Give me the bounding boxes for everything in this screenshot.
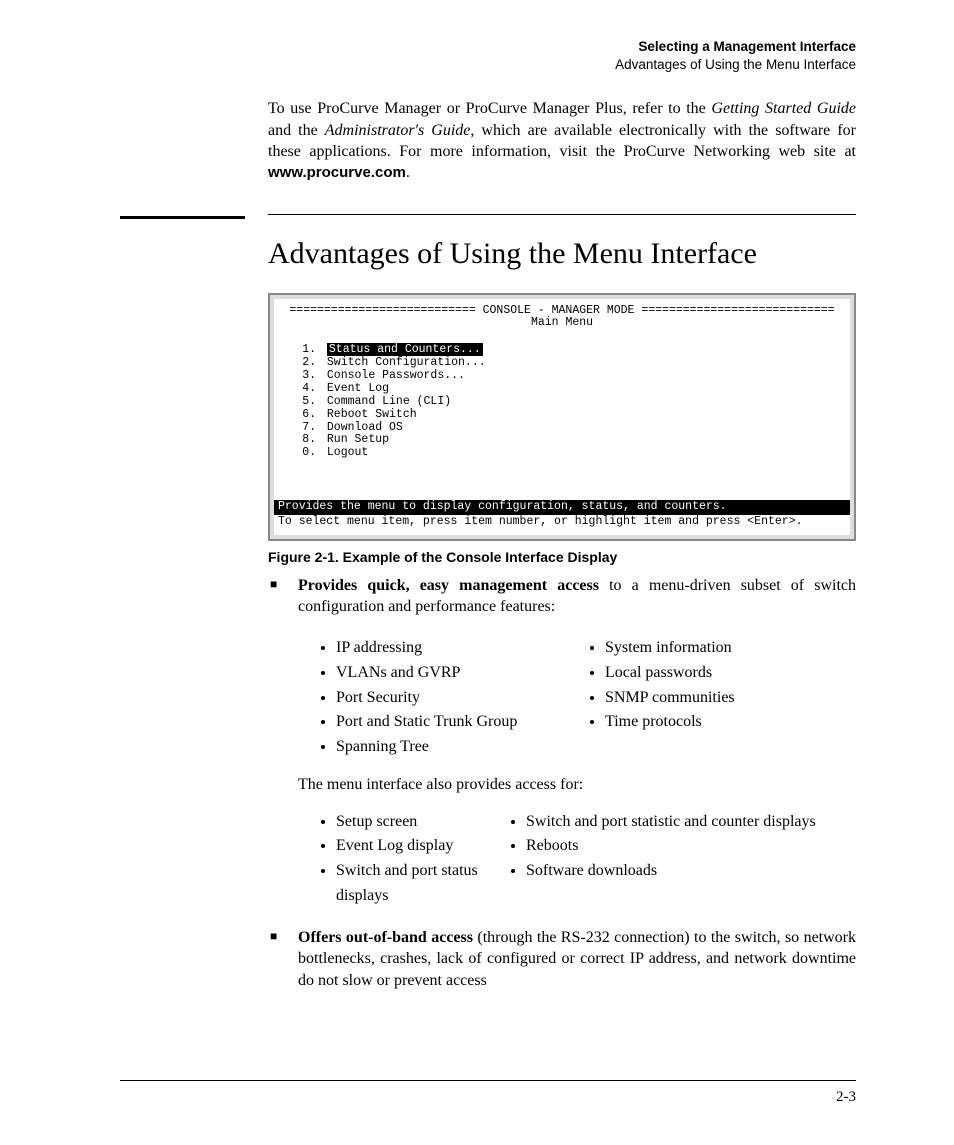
access-item: Reboots [526,834,856,859]
bullet-out-of-band: Offers out-of-band access (through the R… [268,927,856,992]
access-item: Switch and port status displays [336,859,488,909]
feature-item: SNMP communities [605,686,856,711]
section-rule [120,214,856,219]
access-item: Setup screen [336,810,488,835]
feature-item: Time protocols [605,710,856,735]
bullet-lead-2: Offers out-of-band access [298,929,473,946]
intro-text-1: To use ProCurve Manager or ProCurve Mana… [268,100,711,117]
console-subtitle: Main Menu [274,317,850,330]
access-item: Switch and port statistic and counter di… [526,810,856,835]
access-left-list: Setup screenEvent Log displaySwitch and … [318,810,488,909]
running-head: Selecting a Management Interface Advanta… [268,38,856,74]
intro-text-4: . [406,164,410,181]
feature-item: Port Security [336,686,587,711]
feature-item: IP addressing [336,636,587,661]
console-screenshot: =========================== CONSOLE - MA… [268,293,856,541]
intro-italic-1: Getting Started Guide [711,100,856,117]
intro-text-2: and the [268,122,325,139]
intro-url: www.procurve.com [268,164,406,181]
feature-item: System information [605,636,856,661]
access-item: Event Log display [336,834,488,859]
console-menu-list: 1. Status and Counters...2. Switch Confi… [298,344,850,460]
bullet-lead-1: Provides quick, easy management access [298,577,599,594]
section-heading: Advantages of Using the Menu Interface [268,237,856,271]
page-number: 2-3 [0,1089,856,1106]
feature-item: Spanning Tree [336,735,587,760]
footer-rule [120,1080,856,1081]
running-head-title: Selecting a Management Interface [268,38,856,56]
feature-item: Port and Static Trunk Group [336,710,587,735]
access-columns: Setup screenEvent Log displaySwitch and … [318,810,856,909]
also-provides-text: The menu interface also provides access … [298,774,856,796]
features-left-list: IP addressingVLANs and GVRPPort Security… [318,636,587,760]
intro-paragraph: To use ProCurve Manager or ProCurve Mana… [268,98,856,183]
intro-italic-2: Administrator's Guide [325,122,471,139]
figure-caption: Figure 2-1. Example of the Console Inter… [268,549,856,565]
running-head-subtitle: Advantages of Using the Menu Interface [268,56,856,74]
bullet-quick-access: Provides quick, easy management access t… [268,575,856,909]
console-status-bar: Provides the menu to display configurati… [274,500,850,515]
console-menu-item: 0. Logout [298,447,850,460]
console-help-line: To select menu item, press item number, … [274,515,850,535]
console-menu-item: 8. Run Setup [298,434,850,447]
feature-item: Local passwords [605,661,856,686]
features-right-list: System informationLocal passwordsSNMP co… [587,636,856,735]
access-item: Software downloads [526,859,856,884]
feature-item: VLANs and GVRP [336,661,587,686]
features-columns: IP addressingVLANs and GVRPPort Security… [318,636,856,760]
access-right-list: Switch and port statistic and counter di… [508,810,856,884]
